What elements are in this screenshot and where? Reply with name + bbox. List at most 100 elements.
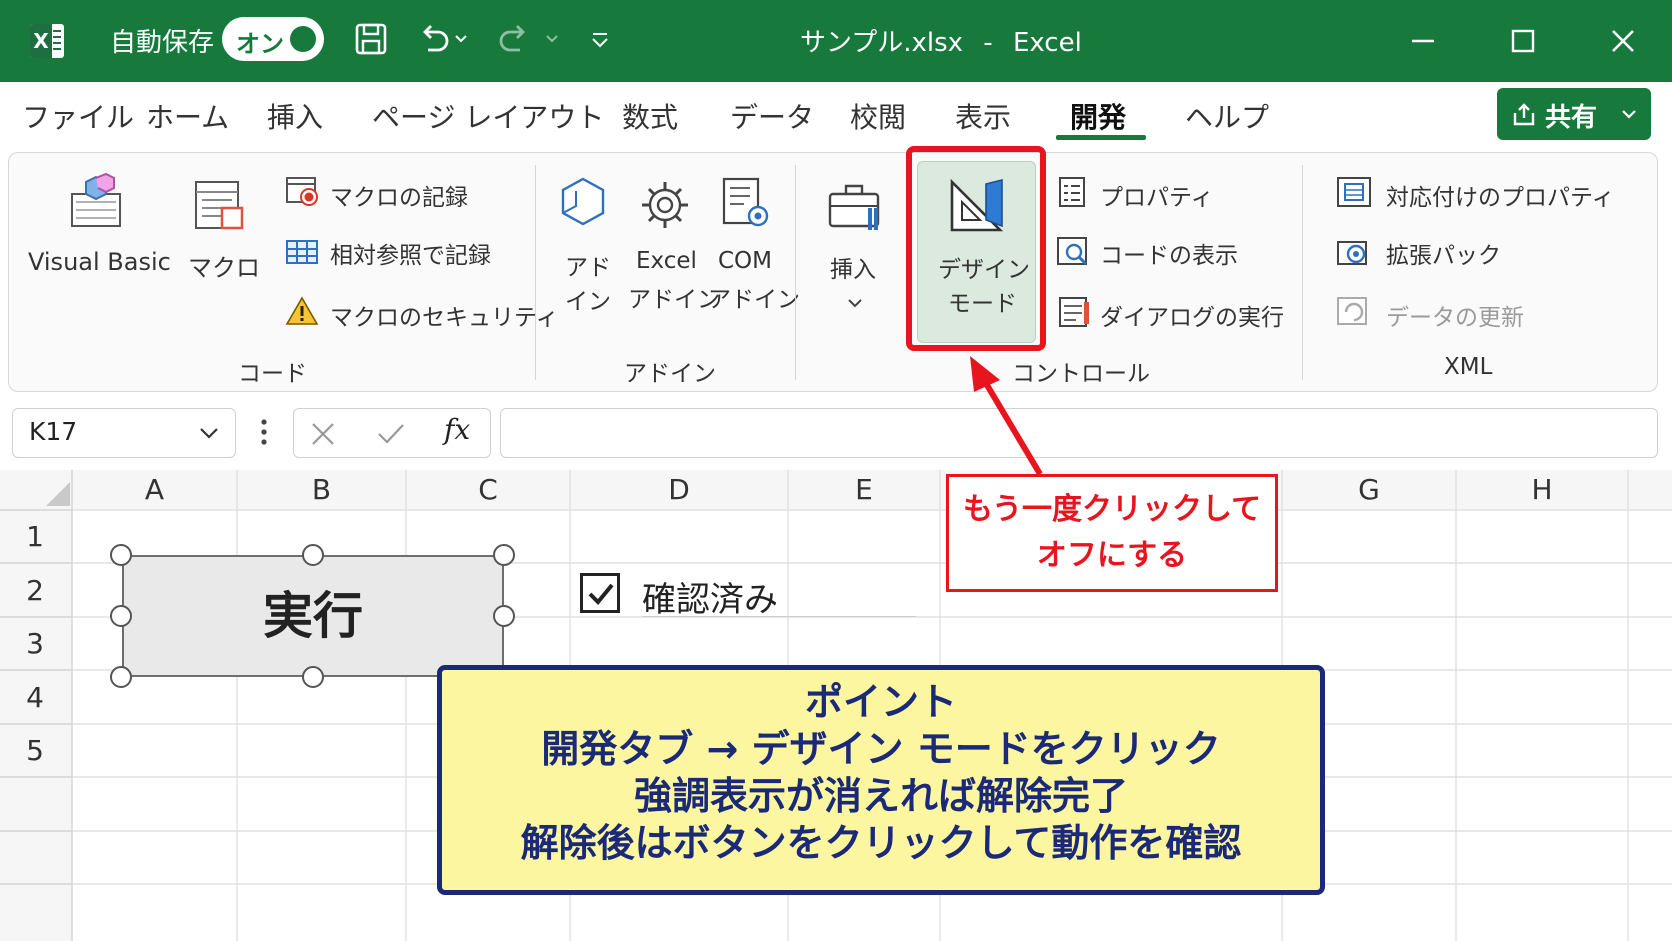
com-addins-label-2[interactable]: アドイン	[708, 280, 800, 314]
addins-icon	[561, 177, 605, 226]
insert-control-toolbox-icon	[828, 184, 880, 230]
callout-red-line-2: オフにする	[1036, 538, 1188, 573]
row-header-1[interactable]: 1	[0, 520, 70, 553]
cancel-entry-x-icon[interactable]	[310, 421, 336, 447]
resize-handle[interactable]	[110, 544, 132, 566]
group-label-xml: XML	[1444, 354, 1493, 380]
column-header-c[interactable]: C	[406, 470, 570, 510]
customize-toolbar-icon[interactable]	[590, 30, 610, 50]
properties-button[interactable]: プロパティ	[1100, 178, 1214, 212]
ribbon-separator	[1302, 165, 1303, 380]
tab-developer[interactable]: 開発	[1070, 96, 1126, 136]
share-chevron-down-icon[interactable]	[1621, 109, 1637, 121]
checkbox-underline	[642, 616, 916, 617]
point-title: ポイント	[804, 680, 957, 724]
column-header-e[interactable]: E	[788, 470, 940, 510]
group-label-addins: アドイン	[624, 361, 716, 387]
name-box[interactable]: K17	[12, 408, 236, 458]
execute-form-button[interactable]: 実行	[122, 555, 504, 677]
row-header-2[interactable]: 2	[0, 574, 70, 607]
undo-dropdown-chevron-down-icon[interactable]	[454, 34, 468, 44]
redo-dropdown-chevron-down-icon	[546, 35, 558, 43]
tab-insert[interactable]: 挿入	[267, 96, 323, 136]
confirm-entry-check-icon[interactable]	[376, 421, 406, 447]
expansion-packs-icon	[1337, 241, 1367, 265]
callout-arrow-icon	[970, 356, 1043, 476]
addins-label-1[interactable]: アド	[565, 248, 611, 282]
tab-home[interactable]: ホーム	[146, 96, 229, 136]
excel-addins-label-2[interactable]: アドイン	[628, 280, 720, 314]
column-header-b[interactable]: B	[237, 470, 406, 510]
maximize-icon[interactable]	[1508, 26, 1538, 56]
insert-control-button[interactable]: 挿入	[830, 250, 876, 284]
warning-icon	[285, 296, 319, 325]
confirmed-checkbox[interactable]	[580, 573, 620, 613]
column-header-d[interactable]: D	[570, 470, 788, 510]
addins-label-2[interactable]: イン	[565, 282, 611, 316]
expansion-packs-button[interactable]: 拡張パック	[1386, 236, 1501, 270]
point-line-1: 開発タブ → デザイン モードをクリック	[541, 727, 1221, 771]
visual-basic-button[interactable]: Visual Basic	[28, 248, 171, 276]
column-header-g[interactable]: G	[1282, 470, 1456, 510]
column-header-h[interactable]: H	[1456, 470, 1628, 510]
tab-page-layout[interactable]: ページ レイアウト	[372, 96, 604, 136]
undo-icon[interactable]	[416, 22, 450, 56]
macro-button[interactable]: マクロ	[188, 248, 260, 283]
record-macro-button[interactable]: マクロの記録	[330, 178, 468, 212]
map-properties-button[interactable]: 対応付けのプロパティ	[1386, 178, 1615, 212]
insert-function-fx-icon[interactable]: fx	[444, 413, 470, 446]
save-icon[interactable]	[354, 22, 388, 56]
resize-handle[interactable]	[493, 544, 515, 566]
row-header-4[interactable]: 4	[0, 681, 70, 714]
file-name: サンプル.xlsx	[800, 28, 964, 58]
checkmark-icon	[588, 583, 614, 605]
name-box-chevron-down-icon[interactable]	[199, 427, 219, 441]
visual-basic-icon	[71, 172, 121, 227]
checkbox-label: 確認済み	[642, 580, 778, 620]
refresh-data-icon	[1337, 297, 1367, 325]
title-bar: X 自動保存 オン サンプル.xlsx - Excel	[0, 0, 1672, 82]
tab-review[interactable]: 校閲	[850, 96, 906, 136]
name-box-value: K17	[29, 417, 78, 446]
refresh-data-button: データの更新	[1386, 305, 1524, 331]
excel-logo-icon: X	[30, 24, 64, 58]
excel-addins-label-1[interactable]: Excel	[636, 248, 697, 274]
formula-input[interactable]	[500, 408, 1658, 458]
title-separator: -	[983, 28, 993, 58]
relative-reference-button[interactable]: 相対参照で記録	[330, 236, 491, 270]
com-addins-label-1[interactable]: COM	[718, 248, 772, 274]
turn-off-callout: もう一度クリックして オフにする	[946, 474, 1278, 592]
tab-help[interactable]: ヘルプ	[1185, 96, 1269, 136]
share-label: 共有	[1545, 103, 1598, 133]
resize-handle[interactable]	[493, 605, 515, 627]
macro-icon	[195, 181, 244, 230]
row-header-3[interactable]: 3	[0, 627, 70, 660]
row-header-5[interactable]: 5	[0, 734, 70, 767]
resize-handle[interactable]	[302, 544, 324, 566]
excel-addins-gear-icon	[642, 182, 688, 228]
tab-formulas[interactable]: 数式	[622, 96, 678, 136]
insert-chevron-down-icon[interactable]	[847, 298, 863, 310]
resize-handle[interactable]	[110, 666, 132, 688]
relative-reference-icon	[286, 240, 318, 264]
column-header-a[interactable]: A	[72, 470, 237, 510]
properties-icon	[1059, 177, 1085, 207]
redo-icon	[499, 25, 525, 52]
resize-handle[interactable]	[110, 605, 132, 627]
more-options-vertical-dots-icon[interactable]	[258, 416, 270, 448]
point-callout: ポイント 開発タブ → デザイン モードをクリック 強調表示が消えれば解除完了 …	[437, 665, 1325, 895]
autosave-toggle[interactable]: オン	[222, 17, 324, 61]
autosave-state: オン	[236, 30, 284, 58]
tab-file[interactable]: ファイル	[22, 96, 134, 136]
minimize-icon[interactable]	[1408, 26, 1438, 56]
close-icon[interactable]	[1608, 26, 1638, 56]
share-button[interactable]: 共有	[1497, 88, 1651, 140]
tab-view[interactable]: 表示	[955, 96, 1011, 136]
run-dialog-button[interactable]: ダイアログの実行	[1100, 298, 1284, 332]
window-title: サンプル.xlsx - Excel	[800, 22, 1082, 59]
tab-data[interactable]: データ	[730, 96, 814, 136]
callout-red-line-1: もう一度クリックして	[962, 492, 1262, 527]
view-code-button[interactable]: コードの表示	[1100, 236, 1238, 270]
resize-handle[interactable]	[302, 666, 324, 688]
macro-security-button[interactable]: マクロのセキュリティ	[330, 298, 559, 332]
